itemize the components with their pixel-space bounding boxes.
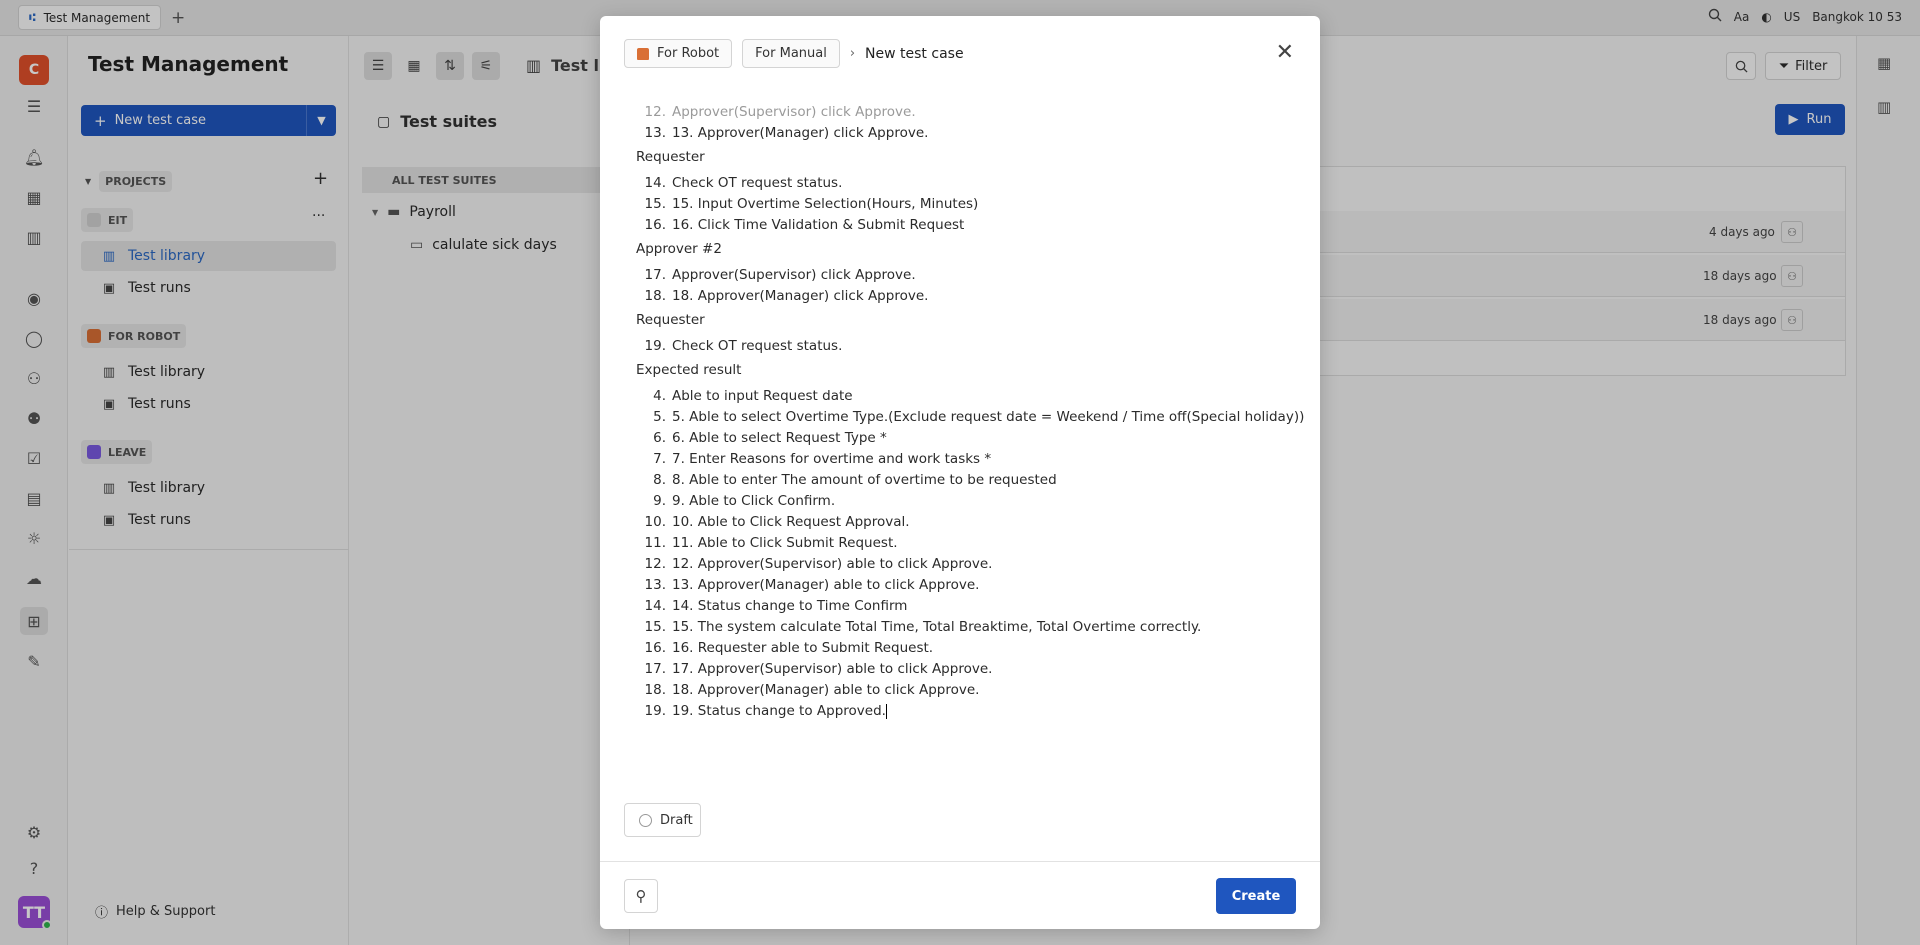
- step-number: 12.: [644, 556, 666, 572]
- step-number: 9.: [653, 493, 666, 509]
- step-number: 5.: [653, 409, 666, 425]
- step-number: 18.: [644, 682, 666, 698]
- step-text: 12. Approver(Supervisor) able to click A…: [672, 556, 993, 572]
- step-text: 13. Approver(Manager) able to click Appr…: [672, 577, 980, 593]
- step-line: 16. 16. Click Time Validation & Submit Re…: [636, 217, 965, 233]
- step-text: 7. Enter Reasons for overtime and work t…: [672, 451, 992, 467]
- text-cursor: [885, 703, 887, 719]
- step-text: 18. Approver(Manager) able to click Appr…: [672, 682, 980, 698]
- step-text: Approver(Supervisor) click Approve.: [672, 267, 916, 283]
- step-text: Check OT request status.: [672, 175, 843, 191]
- step-line: 6. 6. Able to select Request Type *: [636, 430, 887, 446]
- step-number: 11.: [644, 535, 666, 551]
- step-number: 12.: [644, 104, 666, 120]
- step-line: 14. 14. Status change to Time Confirm: [636, 598, 908, 614]
- step-text: Able to input Request date: [672, 388, 853, 404]
- step-text: 9. Able to Click Confirm.: [672, 493, 836, 509]
- step-number: 17.: [644, 267, 666, 283]
- step-line: 11. 11. Able to Click Submit Request.: [636, 535, 898, 551]
- step-line: 18. 18. Approver(Manager) able to click A…: [636, 682, 980, 698]
- step-number: 16.: [644, 217, 666, 233]
- step-text: 11. Able to Click Submit Request.: [672, 535, 898, 551]
- crumb-for-manual[interactable]: For Manual: [742, 39, 840, 68]
- crumb-for-robot-label: For Robot: [657, 46, 720, 61]
- step-line: 9. 9. Able to Click Confirm.: [636, 493, 835, 509]
- step-number: 16.: [644, 640, 666, 656]
- section-heading: Approver #2: [636, 241, 722, 257]
- step-text: 13. Approver(Manager) click Approve.: [672, 125, 929, 141]
- create-button[interactable]: Create: [1216, 878, 1296, 914]
- step-number: 14.: [644, 598, 666, 614]
- step-line: 10. 10. Able to Click Request Approval.: [636, 514, 910, 530]
- step-text: Approver(Supervisor) click Approve.: [672, 104, 916, 120]
- step-number: 19.: [644, 703, 666, 719]
- step-number: 19.: [644, 338, 666, 354]
- project-house-icon: [637, 47, 649, 60]
- paperclip-icon: ⚲: [635, 887, 647, 905]
- step-line: 17. Approver(Supervisor) click Approve.: [636, 267, 916, 283]
- step-number: 7.: [653, 451, 666, 467]
- crumb-current: New test case: [865, 45, 964, 62]
- step-text: 16. Click Time Validation & Submit Reque…: [672, 217, 965, 233]
- step-number: 17.: [644, 661, 666, 677]
- step-line: 12. 12. Approver(Supervisor) able to clic…: [636, 556, 993, 572]
- step-number: 18.: [644, 288, 666, 304]
- step-line: 17. 17. Approver(Supervisor) able to clic…: [636, 661, 993, 677]
- step-text: 6. Able to select Request Type *: [672, 430, 887, 446]
- crumb-for-robot[interactable]: For Robot: [624, 39, 733, 68]
- chevron-right-icon: ›: [849, 46, 856, 61]
- step-line: 7. 7. Enter Reasons for overtime and work…: [636, 451, 991, 467]
- step-line: 12. Approver(Supervisor) click Approve.: [636, 104, 916, 120]
- step-text: Check OT request status.: [672, 338, 843, 354]
- step-line: 13. 13. Approver(Manager) able to click A…: [636, 577, 980, 593]
- divider: [600, 861, 1320, 862]
- step-text: 10. Able to Click Request Approval.: [672, 514, 910, 530]
- step-number: 6.: [653, 430, 666, 446]
- step-number: 13.: [644, 125, 666, 141]
- step-text: 18. Approver(Manager) click Approve.: [672, 288, 929, 304]
- step-line: 15. 15. Input Overtime Selection(Hours, M…: [636, 196, 979, 212]
- step-line: 14. Check OT request status.: [636, 175, 843, 191]
- attach-button[interactable]: ⚲: [624, 879, 658, 913]
- step-line: 8. 8. Able to enter The amount of overtim…: [636, 472, 1057, 488]
- section-heading: Requester: [636, 312, 705, 328]
- step-number: 4.: [653, 388, 666, 404]
- step-number: 14.: [644, 175, 666, 191]
- close-icon[interactable]: ✕: [1276, 40, 1294, 65]
- step-text: 8. Able to enter The amount of overtime …: [672, 472, 1057, 488]
- step-text: 15. The system calculate Total Time, Tot…: [672, 619, 1202, 635]
- new-test-case-dialog: For Robot For Manual › New test case ✕ 1…: [600, 16, 1320, 929]
- step-line: 19. 19. Status change to Approved.: [636, 703, 887, 719]
- step-number: 13.: [644, 577, 666, 593]
- step-number: 15.: [644, 619, 666, 635]
- step-line: 13. 13. Approver(Manager) click Approve.: [636, 125, 929, 141]
- create-label: Create: [1231, 888, 1281, 904]
- step-number: 10.: [644, 514, 666, 530]
- step-number: 8.: [653, 472, 666, 488]
- step-line: 15. 15. The system calculate Total Time, …: [636, 619, 1202, 635]
- crumb-for-manual-label: For Manual: [755, 46, 827, 61]
- step-line: 18. 18. Approver(Manager) click Approve.: [636, 288, 929, 304]
- step-text: 17. Approver(Supervisor) able to click A…: [672, 661, 993, 677]
- step-line: 16. 16. Requester able to Submit Request.: [636, 640, 934, 656]
- step-text: 14. Status change to Time Confirm: [672, 598, 908, 614]
- step-line: 5. 5. Able to select Overtime Type.(Exclu…: [636, 409, 1304, 425]
- status-circle-icon: [639, 813, 652, 827]
- breadcrumb: For Robot For Manual › New test case: [624, 39, 964, 68]
- step-number: 15.: [644, 196, 666, 212]
- step-text: 5. Able to select Overtime Type.(Exclude…: [672, 409, 1305, 425]
- step-line: 19. Check OT request status.: [636, 338, 843, 354]
- draft-label: Draft: [660, 812, 693, 828]
- section-heading: Expected result: [636, 362, 742, 378]
- section-heading: Requester: [636, 149, 705, 165]
- step-text: 16. Requester able to Submit Request.: [672, 640, 934, 656]
- step-line: 4. Able to input Request date: [636, 388, 853, 404]
- step-text: 15. Input Overtime Selection(Hours, Minu…: [672, 196, 979, 212]
- draft-toggle[interactable]: Draft: [624, 803, 701, 837]
- step-text: 19. Status change to Approved.: [672, 703, 886, 719]
